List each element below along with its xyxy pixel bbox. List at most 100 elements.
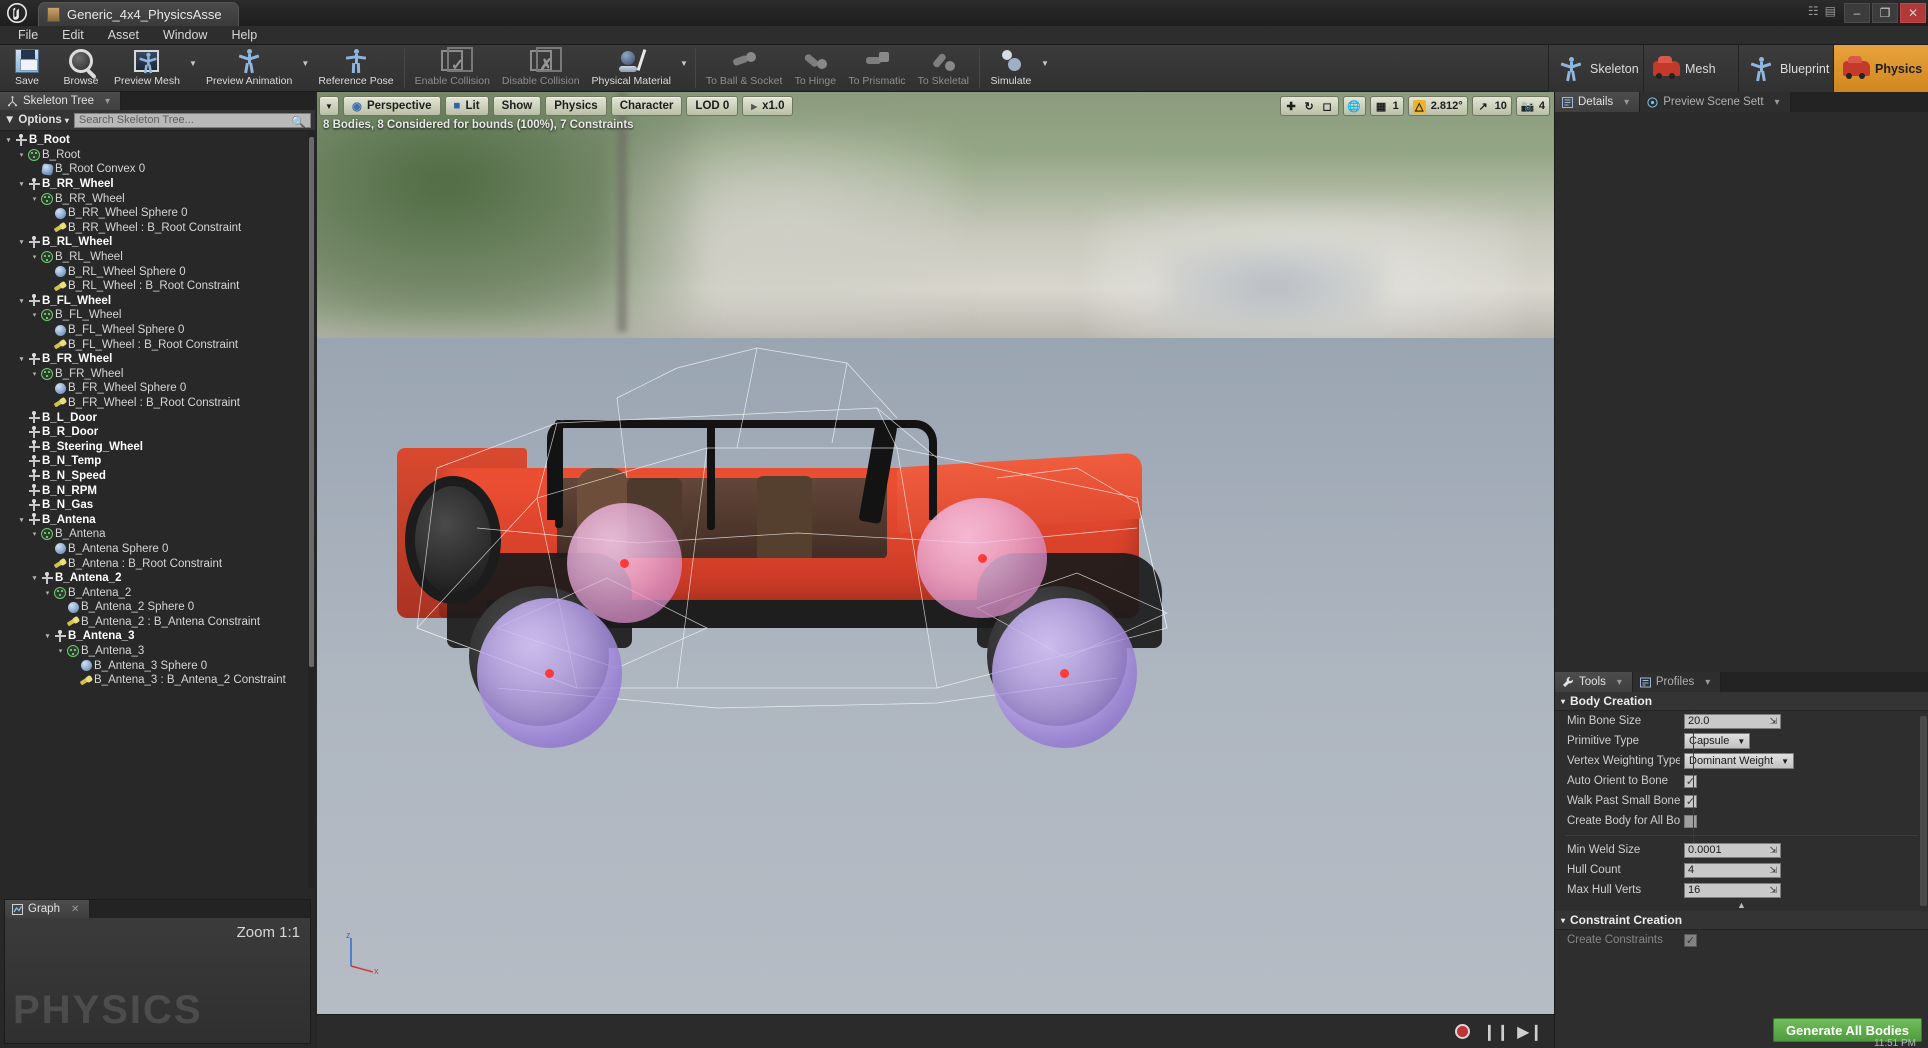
- toolbar-button-save[interactable]: Save: [0, 45, 54, 92]
- expand-collapse-arrow-icon[interactable]: ▾: [30, 370, 39, 378]
- skeleton-tree-row[interactable]: ▾ B_RR_Wheel: [0, 191, 308, 206]
- skeleton-tree-row[interactable]: B_Steering_Wheel: [0, 439, 308, 454]
- expand-collapse-arrow-icon[interactable]: ▾: [17, 355, 26, 363]
- skeleton-tree-row[interactable]: B_Antena : B_Root Constraint: [0, 556, 308, 571]
- expand-collapse-arrow-icon[interactable]: ▾: [43, 632, 52, 640]
- angle-snap-icon[interactable]: △: [1412, 99, 1426, 113]
- expand-collapse-arrow-icon[interactable]: ▾: [17, 297, 26, 305]
- skeleton-tree-row[interactable]: B_FR_Wheel Sphere 0: [0, 381, 308, 396]
- expand-collapse-arrow-icon[interactable]: ▾: [30, 311, 39, 319]
- chevron-down-icon[interactable]: ▾: [1624, 97, 1629, 108]
- toolbar-button-browse[interactable]: Browse: [54, 45, 108, 92]
- pause-button[interactable]: ❙❙: [1483, 1022, 1510, 1042]
- tools-scrollbar-thumb[interactable]: [1920, 716, 1927, 906]
- collapse-section-handle[interactable]: ▲: [1555, 900, 1928, 911]
- skeleton-tree-row[interactable]: ▾ B_Antena_3: [0, 644, 308, 659]
- skeleton-tree-row[interactable]: B_L_Door: [0, 410, 308, 425]
- skeleton-tree-row[interactable]: ▾ B_Antena: [0, 527, 308, 542]
- angle-snap-group[interactable]: △ 2.812°: [1407, 96, 1468, 116]
- viewport-button-playrate[interactable]: ▸ x1.0: [742, 96, 794, 116]
- expand-collapse-arrow-icon[interactable]: ▾: [30, 195, 39, 203]
- skeleton-tree-row[interactable]: B_RL_Wheel : B_Root Constraint: [0, 279, 308, 294]
- record-button[interactable]: [1452, 1022, 1472, 1042]
- skeleton-tree-row[interactable]: B_R_Door: [0, 425, 308, 440]
- skeleton-tree-row[interactable]: ▾ B_RL_Wheel: [0, 235, 308, 250]
- skeleton-tree-row[interactable]: ▾ B_Root: [0, 133, 308, 148]
- tab-tools[interactable]: Tools ▾: [1555, 672, 1633, 692]
- camera-speed-icon[interactable]: 📷: [1521, 100, 1535, 113]
- mode-tab-physics[interactable]: Physics: [1833, 45, 1928, 92]
- input-hull-count[interactable]: 4 ⇲: [1684, 862, 1781, 878]
- tab-preview-scene-sett[interactable]: Preview Scene Sett ▾: [1640, 92, 1791, 112]
- checkbox-create-body-for-all-bo[interactable]: ✓: [1684, 814, 1697, 828]
- minimize-button[interactable]: –: [1844, 3, 1870, 23]
- viewport-button-character[interactable]: Character: [610, 96, 683, 116]
- skeleton-tree-row[interactable]: ▾ B_FR_Wheel: [0, 367, 308, 382]
- menu-item-help[interactable]: Help: [219, 26, 269, 45]
- maximize-button[interactable]: ❐: [1872, 3, 1898, 23]
- skeleton-tree-row[interactable]: B_RR_Wheel Sphere 0: [0, 206, 308, 221]
- toolbar-button-to-hinge[interactable]: To Hinge: [788, 45, 842, 92]
- physics-body-sphere-rear-wheel[interactable]: [477, 598, 622, 748]
- chevron-down-icon[interactable]: ▾: [1617, 677, 1622, 688]
- physics-body-sphere-front-wheel[interactable]: [992, 598, 1137, 748]
- expand-collapse-arrow-icon[interactable]: ▾: [17, 238, 26, 246]
- toolbar-button-simulate[interactable]: Simulate: [984, 45, 1038, 92]
- tab-graph[interactable]: Graph ✕: [5, 900, 91, 918]
- skeleton-tree-row[interactable]: B_FL_Wheel : B_Root Constraint: [0, 337, 308, 352]
- checkbox-create-constraints[interactable]: ✓: [1684, 933, 1697, 947]
- menu-item-file[interactable]: File: [6, 26, 50, 45]
- skeleton-tree-row[interactable]: ▾ B_RR_Wheel: [0, 177, 308, 192]
- skeleton-tree-row[interactable]: ▾ B_FL_Wheel: [0, 308, 308, 323]
- menu-item-edit[interactable]: Edit: [50, 26, 96, 45]
- toolbar-button-to-ball-socket[interactable]: To Ball & Socket: [700, 45, 788, 92]
- tree-options-button[interactable]: ▼ Options ▾: [4, 114, 69, 126]
- rotate-icon[interactable]: ↻: [1303, 100, 1316, 113]
- search-icon[interactable]: 🔍: [291, 115, 306, 129]
- expand-collapse-arrow-icon[interactable]: ▾: [17, 151, 26, 159]
- menu-item-asset[interactable]: Asset: [96, 26, 151, 45]
- scale-icon[interactable]: ◻: [1321, 100, 1334, 113]
- spinner-icon[interactable]: ⇲: [1769, 716, 1777, 727]
- graph-canvas[interactable]: Zoom 1:1 PHYSICS: [5, 918, 310, 1043]
- toolbar-button-preview-animation[interactable]: Preview Animation: [200, 45, 298, 92]
- toolbar-button-preview-mesh[interactable]: Preview Mesh: [108, 45, 186, 92]
- skeleton-tree-row[interactable]: B_RR_Wheel : B_Root Constraint: [0, 221, 308, 236]
- tab-skeleton-tree[interactable]: Skeleton Tree ▾: [0, 92, 121, 110]
- toolbar-button-to-prismatic[interactable]: To Prismatic: [842, 45, 911, 92]
- close-button[interactable]: ✕: [1900, 3, 1926, 23]
- skeleton-tree-row[interactable]: ▾ B_Antena_2: [0, 585, 308, 600]
- expand-collapse-arrow-icon[interactable]: ▾: [4, 136, 13, 144]
- skeleton-tree-row[interactable]: B_Antena Sphere 0: [0, 542, 308, 557]
- viewport-button-perspective[interactable]: ◉ Perspective: [342, 96, 441, 116]
- skeleton-tree-row[interactable]: B_N_Gas: [0, 498, 308, 513]
- expand-collapse-arrow-icon[interactable]: ▾: [43, 589, 52, 597]
- mode-tab-skeleton[interactable]: Skeleton: [1548, 45, 1643, 92]
- physics-body-capsule-rear[interactable]: [567, 503, 682, 623]
- viewport-button-lod[interactable]: LOD 0: [686, 96, 739, 116]
- chevron-down-icon[interactable]: ▾: [105, 96, 110, 107]
- viewport-options-button[interactable]: ▼: [319, 96, 339, 116]
- expand-collapse-arrow-icon[interactable]: ▾: [30, 253, 39, 261]
- toolbar-button-enable-collision[interactable]: ✓ Enable Collision: [409, 45, 496, 92]
- layout-icon[interactable]: ☷: [1808, 4, 1819, 18]
- skeleton-tree-row[interactable]: ▾ B_RL_Wheel: [0, 250, 308, 265]
- expand-collapse-arrow-icon[interactable]: ▾: [17, 516, 26, 524]
- skeleton-tree-row[interactable]: B_N_RPM: [0, 483, 308, 498]
- physics-body-capsule-front[interactable]: [917, 498, 1047, 618]
- skeleton-tree-row[interactable]: B_FR_Wheel : B_Root Constraint: [0, 396, 308, 411]
- search-skeleton-tree-input[interactable]: Search Skeleton Tree... 🔍: [73, 112, 311, 129]
- expand-collapse-arrow-icon[interactable]: ▾: [30, 574, 39, 582]
- asset-tab[interactable]: Generic_4x4_PhysicsAsse: [38, 2, 239, 26]
- checkbox-walk-past-small-bone[interactable]: ✓: [1684, 794, 1697, 808]
- skeleton-tree-row[interactable]: B_Antena_3 : B_Antena_2 Constraint: [0, 673, 308, 688]
- toolbar-button-disable-collision[interactable]: ✗ Disable Collision: [496, 45, 586, 92]
- skeleton-tree-row[interactable]: ▾ B_FL_Wheel: [0, 294, 308, 309]
- toolbar-button-reference-pose[interactable]: Reference Pose: [312, 45, 399, 92]
- coordinate-system-group[interactable]: 🌐: [1342, 96, 1366, 116]
- grid-snap-group[interactable]: ▦ 1: [1369, 96, 1404, 116]
- viewport-button-lit[interactable]: ■ Lit: [444, 96, 489, 116]
- section-header-constraint-creation[interactable]: ▾ Constraint Creation: [1555, 911, 1928, 930]
- chevron-down-icon[interactable]: ▼: [1038, 45, 1052, 92]
- spinner-icon[interactable]: ⇲: [1769, 865, 1777, 876]
